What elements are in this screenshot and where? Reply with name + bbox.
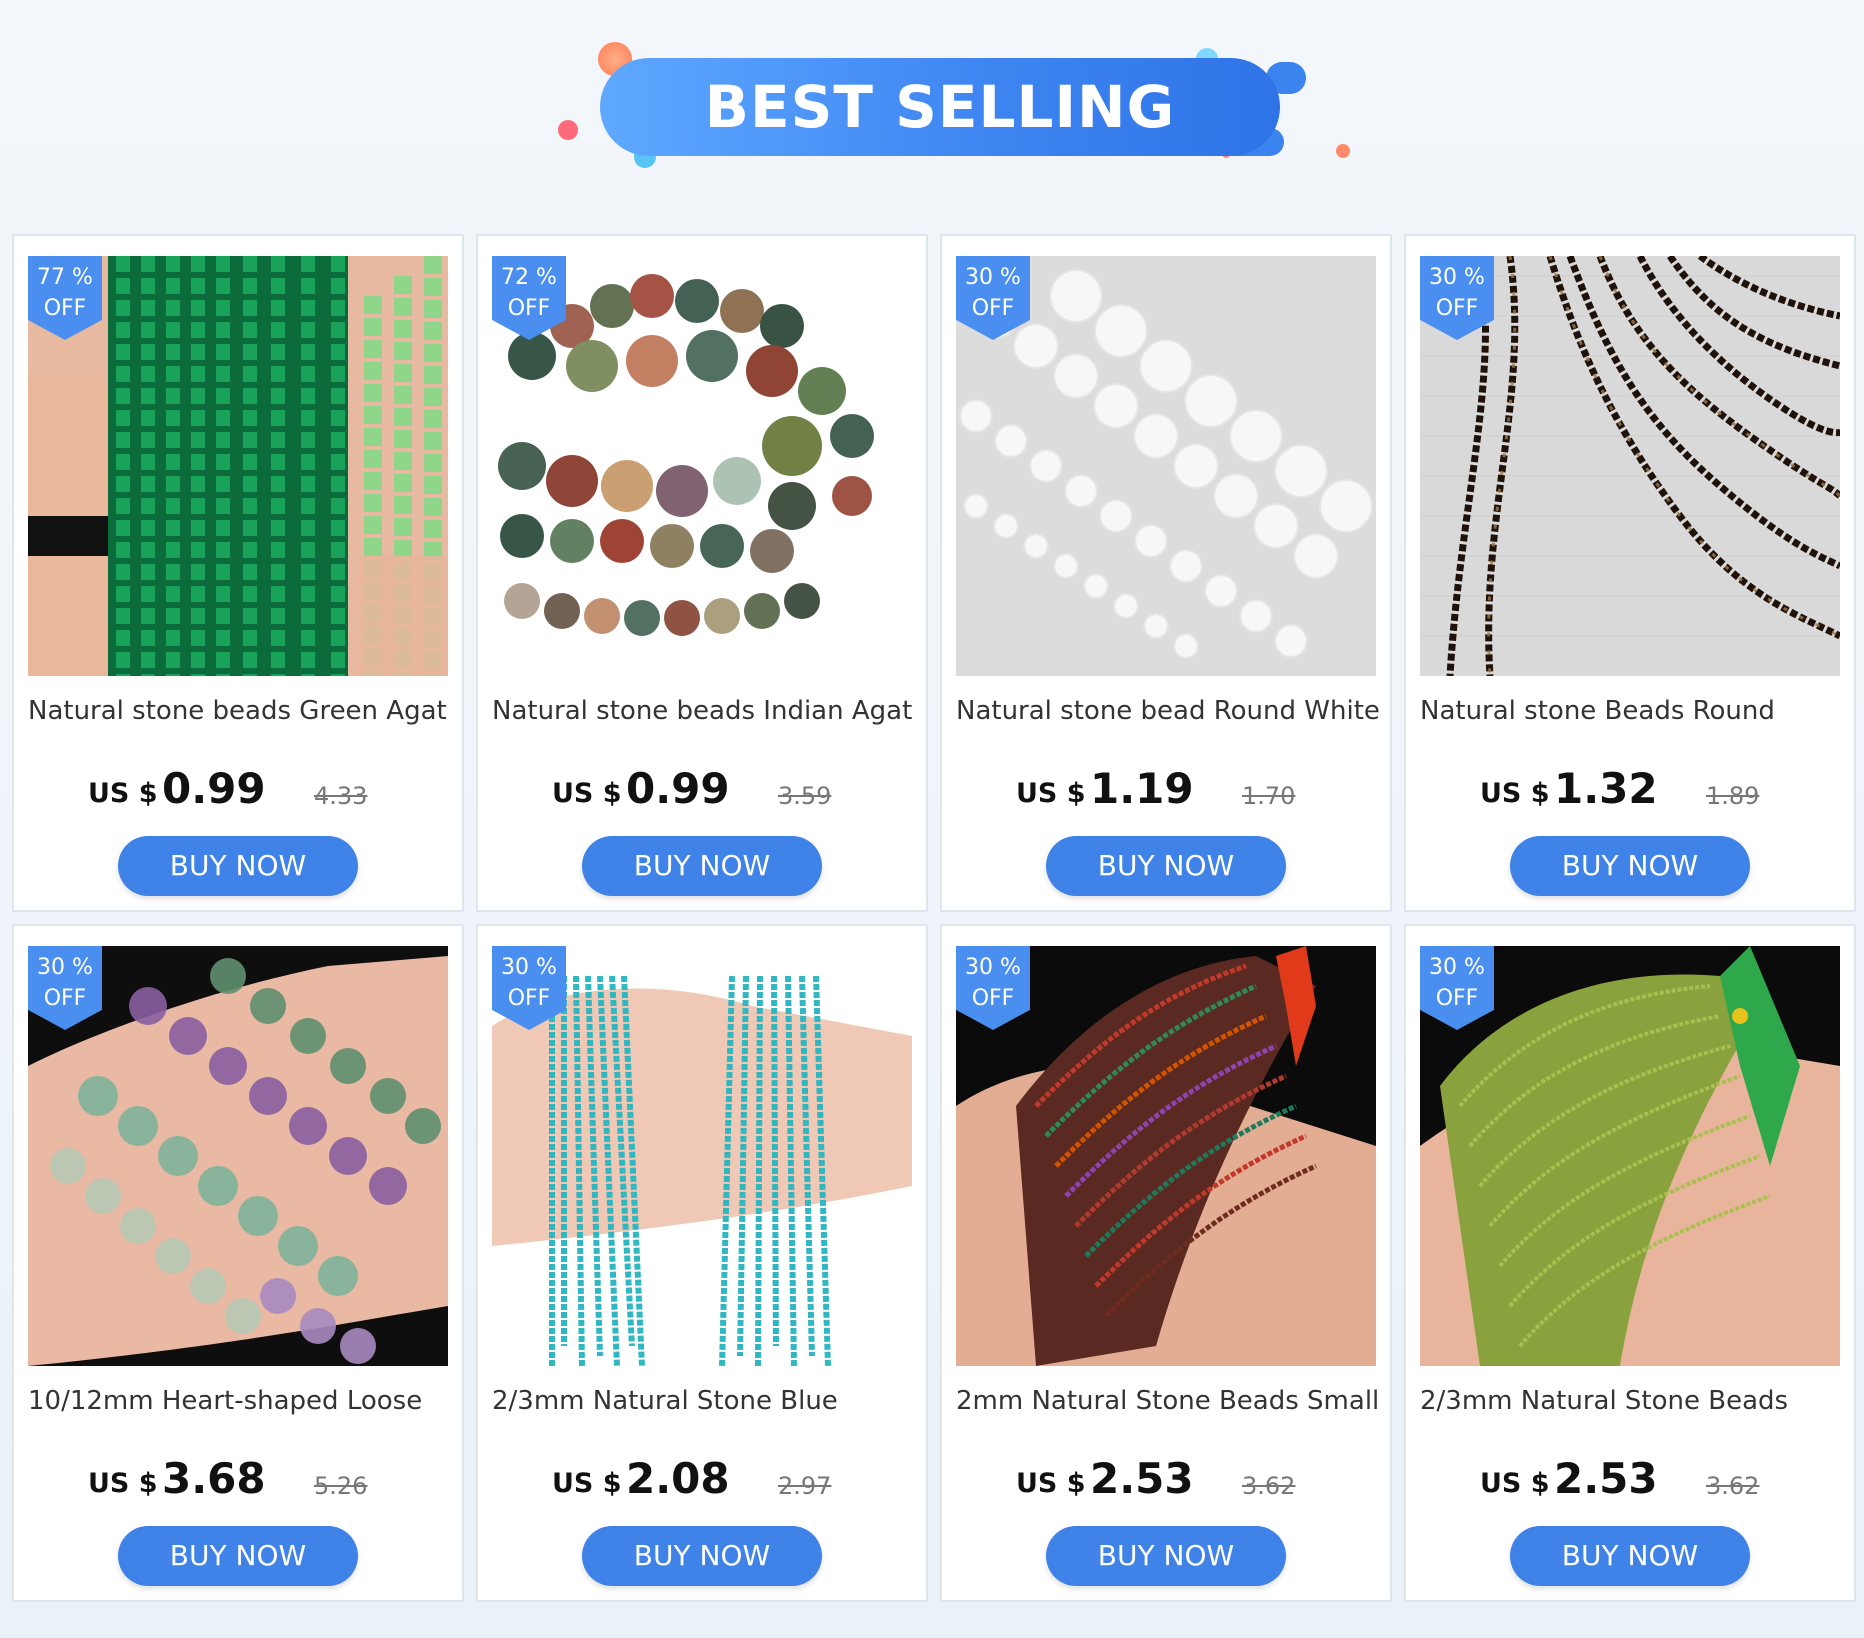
price-row: US $ 0.99 3.59 [478, 762, 926, 818]
price-row: US $ 2.08 2.97 [478, 1452, 926, 1508]
product-card[interactable]: 30 % OFF Natural stone bead Round White … [940, 234, 1392, 912]
product-image[interactable]: 30 % OFF [1420, 256, 1840, 676]
price-row: US $ 2.53 3.62 [942, 1452, 1390, 1508]
best-selling-banner: BEST SELLING [0, 0, 1864, 230]
buy-now-button[interactable]: BUY NOW [118, 1526, 358, 1586]
product-image[interactable]: 30 % OFF [956, 946, 1376, 1366]
currency-label: US $ [1480, 778, 1550, 809]
original-price: 3.62 [1706, 1472, 1760, 1500]
product-image[interactable]: 30 % OFF [28, 946, 448, 1366]
buy-now-button[interactable]: BUY NOW [1510, 836, 1750, 896]
discount-off: OFF [1435, 296, 1479, 321]
discount-off: OFF [1435, 986, 1479, 1011]
sale-price: 3.68 [162, 1454, 266, 1503]
product-card[interactable]: 30 % OFF 2/3mm Natural Stone Beads US $ … [1404, 924, 1856, 1602]
original-price: 5.26 [314, 1472, 368, 1500]
currency-label: US $ [552, 1468, 622, 1499]
original-price: 2.97 [778, 1472, 832, 1500]
buy-now-button[interactable]: BUY NOW [1046, 836, 1286, 896]
price-row: US $ 1.19 1.70 [942, 762, 1390, 818]
product-card[interactable]: 30 % OFF 10/12mm Heart-shaped Loose US $… [12, 924, 464, 1602]
decor-dot [558, 120, 578, 140]
product-title[interactable]: 2/3mm Natural Stone Beads [1420, 1386, 1844, 1416]
product-card[interactable]: 77 % OFF Natural stone beads Green Agat … [12, 234, 464, 912]
product-grid: 77 % OFF Natural stone beads Green Agat … [12, 234, 1856, 1602]
decor-dot [1336, 144, 1350, 158]
price-row: US $ 1.32 1.89 [1406, 762, 1854, 818]
buy-now-button[interactable]: BUY NOW [582, 1526, 822, 1586]
price-row: US $ 3.68 5.26 [14, 1452, 462, 1508]
currency-label: US $ [88, 1468, 158, 1499]
product-image[interactable]: 72 % OFF [492, 256, 912, 676]
product-card[interactable]: 72 % OFF Natural stone beads Indian Agat… [476, 234, 928, 912]
currency-label: US $ [1480, 1468, 1550, 1499]
sale-price: 1.32 [1554, 764, 1658, 813]
product-image[interactable]: 77 % OFF [28, 256, 448, 676]
product-title[interactable]: 2mm Natural Stone Beads Small [956, 1386, 1380, 1416]
discount-percent: 30 % [1429, 955, 1485, 980]
product-title[interactable]: Natural stone bead Round White [956, 696, 1380, 726]
banner-pill: BEST SELLING [600, 58, 1280, 156]
discount-off: OFF [43, 986, 87, 1011]
original-price: 1.70 [1242, 782, 1296, 810]
product-image[interactable]: 30 % OFF [1420, 946, 1840, 1366]
product-card[interactable]: 30 % OFF 2mm Natural Stone Beads Small U… [940, 924, 1392, 1602]
buy-now-button[interactable]: BUY NOW [582, 836, 822, 896]
discount-percent: 30 % [501, 955, 557, 980]
price-row: US $ 2.53 3.62 [1406, 1452, 1854, 1508]
price-row: US $ 0.99 4.33 [14, 762, 462, 818]
discount-percent: 30 % [965, 955, 1021, 980]
discount-off: OFF [507, 986, 551, 1011]
currency-label: US $ [552, 778, 622, 809]
product-title[interactable]: Natural stone beads Green Agat [28, 696, 452, 726]
product-card[interactable]: 30 % OFF 2/3mm Natural Stone Blue US $ 2… [476, 924, 928, 1602]
currency-label: US $ [1016, 778, 1086, 809]
sale-price: 0.99 [626, 764, 730, 813]
original-price: 1.89 [1706, 782, 1760, 810]
discount-percent: 72 % [501, 265, 557, 290]
sale-price: 0.99 [162, 764, 266, 813]
product-title[interactable]: 2/3mm Natural Stone Blue [492, 1386, 916, 1416]
discount-off: OFF [971, 296, 1015, 321]
original-price: 3.62 [1242, 1472, 1296, 1500]
currency-label: US $ [88, 778, 158, 809]
discount-off: OFF [507, 296, 551, 321]
banner-title: BEST SELLING [704, 73, 1176, 141]
discount-off: OFF [971, 986, 1015, 1011]
discount-percent: 30 % [37, 955, 93, 980]
discount-percent: 30 % [965, 265, 1021, 290]
currency-label: US $ [1016, 1468, 1086, 1499]
discount-off: OFF [43, 296, 87, 321]
original-price: 4.33 [314, 782, 368, 810]
product-image[interactable]: 30 % OFF [956, 256, 1376, 676]
buy-now-button[interactable]: BUY NOW [118, 836, 358, 896]
original-price: 3.59 [778, 782, 832, 810]
buy-now-button[interactable]: BUY NOW [1510, 1526, 1750, 1586]
discount-percent: 77 % [37, 265, 93, 290]
product-title[interactable]: Natural stone beads Indian Agat [492, 696, 916, 726]
product-image[interactable]: 30 % OFF [492, 946, 912, 1366]
product-card[interactable]: 30 % OFF Natural stone Beads Round US $ … [1404, 234, 1856, 912]
sale-price: 2.53 [1554, 1454, 1658, 1503]
sale-price: 2.08 [626, 1454, 730, 1503]
buy-now-button[interactable]: BUY NOW [1046, 1526, 1286, 1586]
product-title[interactable]: Natural stone Beads Round [1420, 696, 1844, 726]
sale-price: 2.53 [1090, 1454, 1194, 1503]
product-title[interactable]: 10/12mm Heart-shaped Loose [28, 1386, 452, 1416]
sale-price: 1.19 [1090, 764, 1194, 813]
discount-percent: 30 % [1429, 265, 1485, 290]
